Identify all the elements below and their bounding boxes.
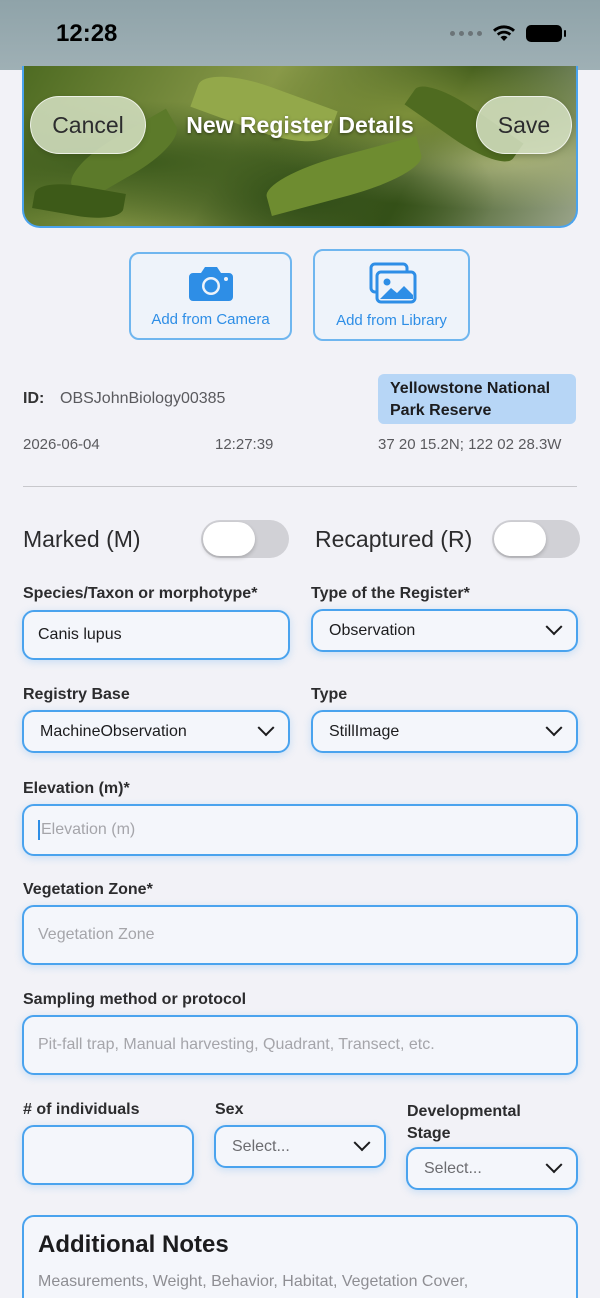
record-time: 12:27:39	[215, 436, 274, 453]
status-bar: 12:28	[0, 0, 600, 70]
location-badge[interactable]: Yellowstone National Park Reserve	[378, 374, 576, 424]
registry-base-select[interactable]: MachineObservation	[22, 710, 290, 753]
text-cursor	[38, 820, 40, 840]
sampling-input[interactable]: Pit-fall trap, Manual harvesting, Quadra…	[22, 1015, 578, 1075]
record-date: 2026-06-04	[23, 436, 100, 453]
sampling-label: Sampling method or protocol	[23, 991, 247, 1008]
sex-select[interactable]: Select...	[214, 1125, 386, 1168]
sampling-placeholder: Pit-fall trap, Manual harvesting, Quadra…	[38, 1036, 435, 1053]
recaptured-label: Recaptured (R)	[315, 526, 473, 552]
sex-value: Select...	[232, 1137, 290, 1155]
camera-icon	[188, 266, 233, 301]
marked-toggle[interactable]	[201, 520, 289, 558]
record-coordinates: 37 20 15.2N; 122 02 28.3W	[378, 436, 562, 453]
battery-icon	[526, 24, 566, 42]
stage-label: Developmental Stage	[407, 1103, 521, 1142]
photo-library-icon	[369, 262, 416, 303]
chevron-down-icon	[353, 1133, 371, 1151]
divider	[23, 486, 577, 487]
registry-base-label: Registry Base	[23, 686, 130, 703]
register-type-label: Type of the Register*	[311, 585, 470, 602]
chevron-down-icon	[545, 617, 563, 635]
sex-label: Sex	[215, 1101, 244, 1118]
toggle-knob	[494, 522, 546, 556]
chevron-down-icon	[545, 718, 563, 736]
type-value: StillImage	[329, 722, 400, 740]
chevron-down-icon	[257, 718, 275, 736]
add-from-library-label: Add from Library	[336, 311, 447, 329]
notes-placeholder: Measurements, Weight, Behavior, Habitat,…	[38, 1273, 469, 1290]
id-value: OBSJohnBiology00385	[60, 390, 226, 407]
cancel-button[interactable]: Cancel	[30, 96, 146, 154]
vegetation-input[interactable]: Vegetation Zone	[22, 905, 578, 965]
stage-select[interactable]: Select...	[406, 1147, 578, 1190]
status-time: 12:28	[56, 20, 118, 47]
marked-label: Marked (M)	[23, 526, 141, 552]
type-label: Type	[311, 686, 348, 703]
individuals-input[interactable]	[22, 1125, 194, 1185]
additional-notes-card[interactable]: Additional Notes Measurements, Weight, B…	[22, 1215, 578, 1298]
vegetation-label: Vegetation Zone*	[23, 881, 153, 898]
elevation-label: Elevation (m)*	[23, 780, 130, 797]
wifi-icon	[493, 25, 515, 41]
elevation-input[interactable]: Elevation (m)	[22, 804, 578, 856]
save-button[interactable]: Save	[476, 96, 572, 154]
page-title: New Register Details	[186, 112, 414, 138]
register-type-select[interactable]: Observation	[311, 609, 578, 652]
register-type-value: Observation	[329, 621, 416, 639]
elevation-placeholder: Elevation (m)	[41, 821, 136, 838]
species-value: Canis lupus	[38, 626, 122, 643]
notes-title: Additional Notes	[38, 1231, 229, 1258]
add-from-camera-label: Add from Camera	[151, 310, 270, 328]
id-label: ID:	[23, 390, 45, 407]
stage-value: Select...	[424, 1159, 482, 1177]
individuals-label: # of individuals	[23, 1101, 140, 1118]
recaptured-toggle[interactable]	[492, 520, 580, 558]
add-from-library-button[interactable]: Add from Library	[313, 249, 470, 341]
status-icons	[450, 24, 566, 42]
toggle-knob	[203, 522, 255, 556]
signal-icon	[450, 30, 482, 36]
add-from-camera-button[interactable]: Add from Camera	[129, 252, 292, 340]
registry-base-value: MachineObservation	[40, 722, 187, 740]
species-label: Species/Taxon or morphotype*	[23, 585, 258, 602]
type-select[interactable]: StillImage	[311, 710, 578, 753]
chevron-down-icon	[545, 1155, 563, 1173]
vegetation-placeholder: Vegetation Zone	[38, 926, 155, 943]
species-field[interactable]: Canis lupus	[22, 610, 290, 660]
